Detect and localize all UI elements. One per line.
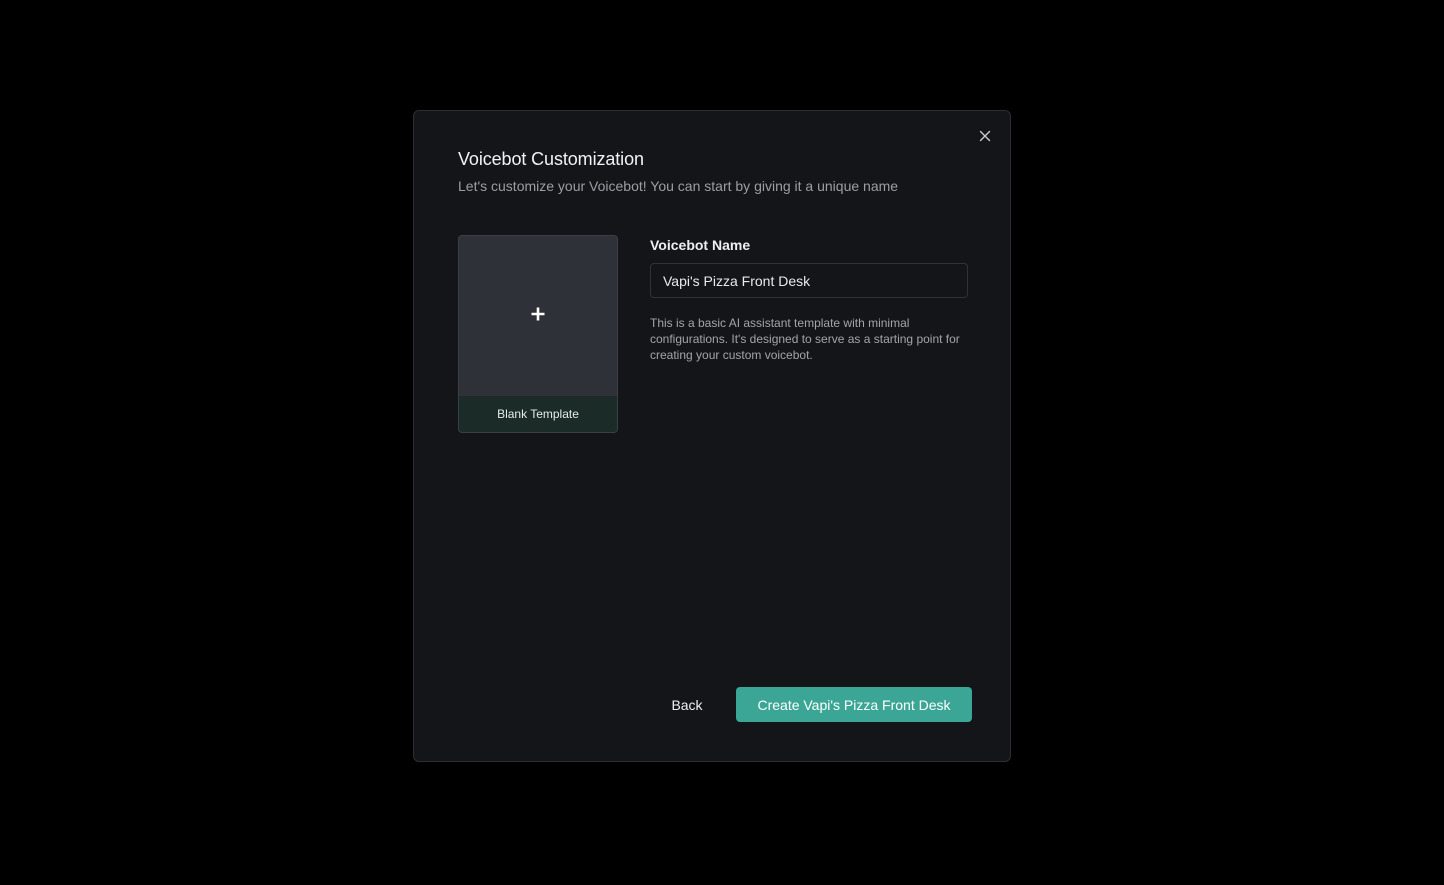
modal-backdrop: Voicebot Customization Let's customize y… bbox=[0, 0, 1444, 885]
blank-template-card[interactable]: Blank Template bbox=[458, 235, 618, 433]
dialog-title: Voicebot Customization bbox=[458, 149, 644, 169]
close-icon bbox=[979, 130, 991, 142]
voicebot-customization-dialog: Voicebot Customization Let's customize y… bbox=[413, 110, 1011, 762]
template-label: Blank Template bbox=[459, 396, 617, 432]
back-button[interactable]: Back bbox=[654, 687, 720, 722]
close-button[interactable] bbox=[976, 127, 994, 145]
template-description: This is a basic AI assistant template wi… bbox=[650, 316, 960, 362]
voicebot-name-label: Voicebot Name bbox=[650, 237, 751, 253]
voicebot-name-input[interactable] bbox=[650, 263, 968, 298]
template-thumbnail bbox=[459, 236, 617, 396]
plus-icon bbox=[530, 306, 546, 327]
dialog-subtitle: Let's customize your Voicebot! You can s… bbox=[458, 178, 899, 194]
create-voicebot-button[interactable]: Create Vapi's Pizza Front Desk bbox=[736, 687, 972, 722]
